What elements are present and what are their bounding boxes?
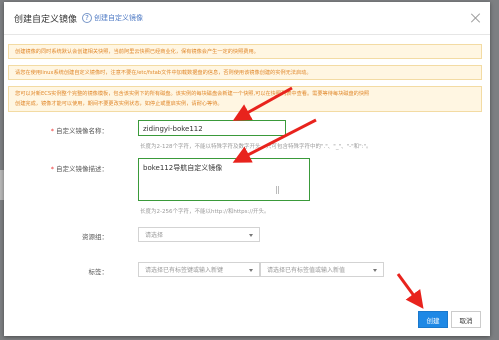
image-name-hint: 长度为2-128个字符，不能以特殊字符及数字开头，只可包含特殊字符中的"."、"… [140,144,372,150]
image-name-label: * 自定义镜像名称： [4,125,108,135]
create-button[interactable]: 创建 [418,311,448,328]
required-mark: * [50,127,54,135]
image-name-input[interactable]: zidingyi-boke112 [138,120,286,136]
resize-handle-icon[interactable] [276,186,279,194]
image-description-label-text: 自定义镜像描述： [56,165,108,173]
chevron-down-icon [249,268,253,272]
dialog-header: 创建自定义镜像 ? 创建自定义镜像 [4,2,490,35]
notice-snapshot-fee: 创建镜像的同时系统默认会创建相关快照，当前阿里云快照已经商业化，保有镜像会产生一… [8,44,482,59]
tags-label: 标签： [88,268,109,276]
resource-group-label: 资源组： [82,233,108,241]
notice-linux-fstab: 请您在使用linux系统创建自定义镜像时，注意不要在/etc/fstab文件中加… [8,65,482,80]
resource-group-select[interactable]: 请选择 [138,227,260,242]
tag-value-select[interactable]: 请选择已有标签值或输入新值 [260,262,384,277]
help-link[interactable]: 创建自定义镜像 [94,13,143,23]
help-icon[interactable]: ? [82,13,93,23]
chevron-down-icon [373,268,377,272]
chevron-down-icon [249,233,253,237]
image-description-label: * 自定义镜像描述： [4,163,108,173]
close-icon[interactable] [470,12,482,24]
required-mark: * [50,165,54,173]
cancel-button[interactable]: 取消 [451,311,481,328]
tag-value-placeholder: 请选择已有标签值或输入新值 [267,267,346,274]
notice-snapshot-wait: 您可以对新ECS实例整个完整的镜像模板，包含该实例下的所有磁盘。该实例的每块磁盘… [8,86,482,112]
dialog-title: 创建自定义镜像 [14,14,78,25]
image-description-textarea[interactable]: boke112导航自定义镜像 [138,158,310,201]
image-description-textarea-value: boke112导航自定义镜像 [143,164,223,172]
image-name-input-value: zidingyi-boke112 [143,125,203,133]
dialog-footer: 创建 取消 [4,306,490,336]
notice-snapshot-wait-line1: 您可以对新ECS实例整个完整的镜像模板，包含该实例下的所有磁盘。该实例的每块磁盘… [15,91,370,97]
create-custom-image-dialog: 创建自定义镜像 ? 创建自定义镜像 创建镜像的同时系统默认会创建相关快照，当前阿… [4,2,490,336]
resource-group-placeholder: 请选择 [145,232,164,239]
tag-key-placeholder: 请选择已有标签键或输入新键 [145,267,224,274]
image-name-label-text: 自定义镜像名称： [56,127,108,135]
image-description-hint: 长度为2-256个字符，不能以http://和https://开头。 [140,209,270,215]
tag-key-select[interactable]: 请选择已有标签键或输入新键 [138,262,260,277]
notice-snapshot-wait-line2: 创建完成，镜像才能可以使用，期间不要更改实例状态，如停止或重启实例，请耐心等待。 [15,101,223,107]
